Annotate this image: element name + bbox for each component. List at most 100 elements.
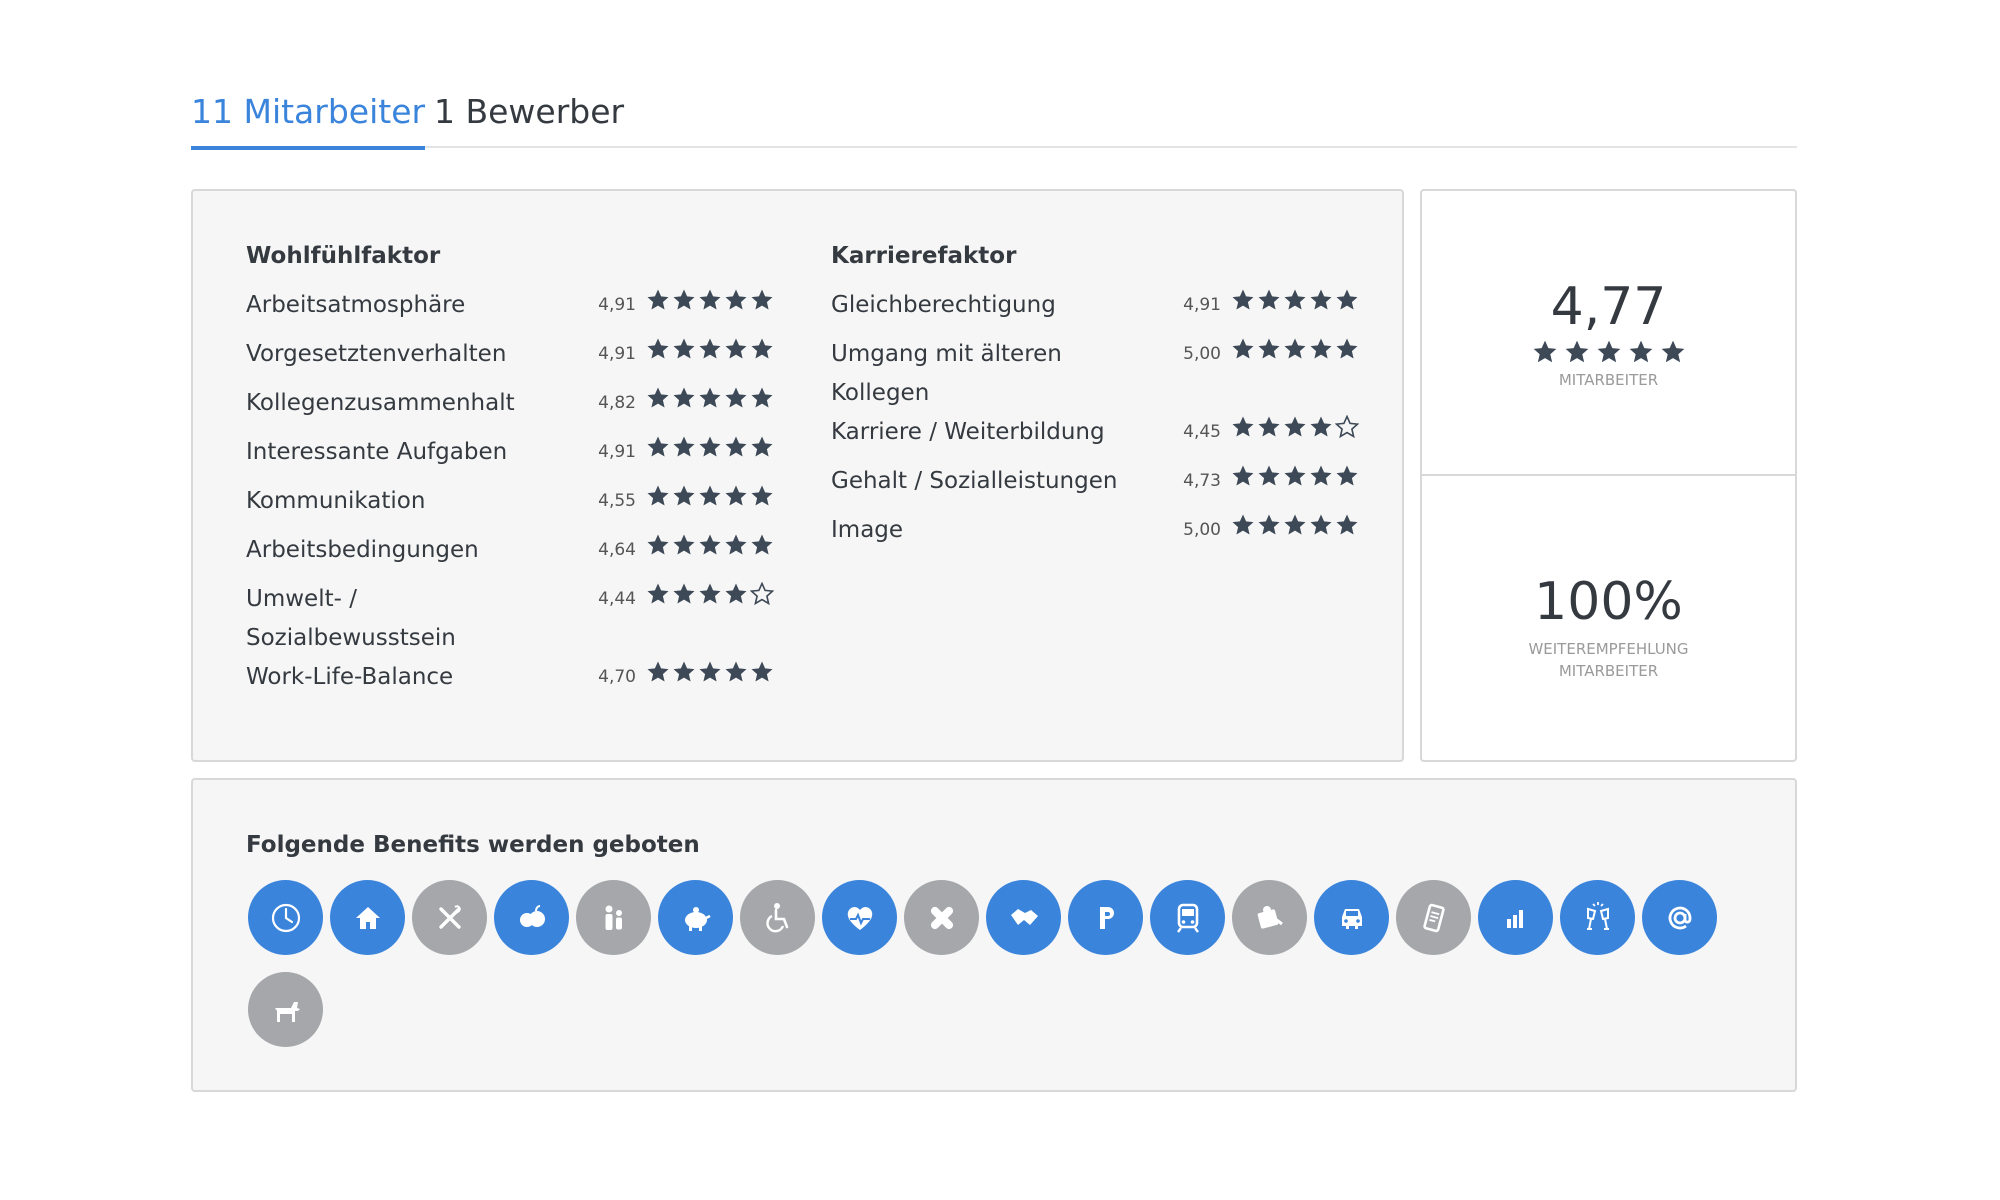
family-icon <box>605 905 622 930</box>
overall-score-box: 4,77 MITARBEITER <box>1422 191 1795 476</box>
piggy-bank-icon <box>684 906 711 931</box>
star-filled-icon <box>751 534 773 555</box>
star-empty-icon <box>750 582 774 606</box>
benefit-discount[interactable] <box>1232 880 1307 955</box>
rating-row: Interessante Aufgaben 4,91 <box>246 433 773 482</box>
rating-label: Karriere / Weiterbildung <box>831 419 1105 445</box>
star-filled-icon <box>1597 340 1620 363</box>
wheelchair-icon <box>765 902 788 932</box>
star-filled-icon <box>751 661 773 682</box>
rating-stars <box>1231 415 1359 439</box>
bandage-icon <box>930 906 953 929</box>
benefit-family[interactable] <box>576 880 651 955</box>
star-filled-icon <box>699 583 721 604</box>
wohlfuehl-title: Wohlfühlfaktor <box>246 243 441 269</box>
rating-value: 4,91 <box>1183 295 1221 315</box>
star-filled-icon <box>699 387 721 408</box>
star-filled-icon <box>1565 340 1588 363</box>
rating-label: Gehalt / Sozialleistungen <box>831 468 1118 494</box>
discount-icon <box>1257 905 1283 929</box>
star-filled-icon <box>751 387 773 408</box>
benefit-home[interactable] <box>330 880 405 955</box>
rating-value: 4,44 <box>598 589 636 609</box>
benefit-bandage[interactable] <box>904 880 979 955</box>
benefit-piggy-bank[interactable] <box>658 880 733 955</box>
rating-stars <box>1231 288 1359 312</box>
benefit-wheelchair[interactable] <box>740 880 815 955</box>
rating-stars <box>646 484 774 508</box>
star-filled-icon <box>673 661 695 682</box>
star-filled-icon <box>647 583 669 604</box>
rating-label: Arbeitsatmosphäre <box>246 292 466 318</box>
star-filled-icon <box>1310 416 1332 437</box>
star-filled-icon <box>1258 465 1280 486</box>
star-filled-icon <box>1310 465 1332 486</box>
recommendation-box: 100% WEITEREMPFEHLUNG MITARBEITER <box>1422 476 1795 760</box>
rating-row: Arbeitsatmosphäre 4,91 <box>246 286 773 335</box>
tab-bewerber[interactable]: 1 Bewerber <box>434 86 624 146</box>
rating-stars <box>646 582 774 606</box>
rating-row: Kollegenzusammenhalt 4,82 <box>246 384 773 433</box>
rating-value: 4,82 <box>598 393 636 413</box>
rating-label: Kommunikation <box>246 488 426 514</box>
rating-stars <box>646 435 774 459</box>
benefits-list <box>248 880 1748 1047</box>
star-filled-icon <box>725 436 747 457</box>
star-filled-icon <box>1258 289 1280 310</box>
benefit-car[interactable] <box>1314 880 1389 955</box>
fruit-icon <box>519 904 545 927</box>
benefit-heart-pulse[interactable] <box>822 880 897 955</box>
benefit-phone[interactable] <box>1396 880 1471 955</box>
benefit-fruit[interactable] <box>494 880 569 955</box>
benefit-celebration[interactable] <box>1560 880 1635 955</box>
star-filled-icon <box>673 436 695 457</box>
rating-value: 4,70 <box>598 667 636 687</box>
rating-label: Work-Life-Balance <box>246 664 454 690</box>
benefit-parking[interactable] <box>1068 880 1143 955</box>
star-filled-icon <box>725 289 747 310</box>
chart-icon <box>1506 909 1523 928</box>
score-panel: 4,77 MITARBEITER 100% WEITEREMPFEHLUNG M… <box>1420 189 1797 762</box>
dog-icon <box>274 1001 300 1022</box>
tab-bar: 11 Mitarbeiter 1 Bewerber <box>191 76 1797 150</box>
star-filled-icon <box>725 661 747 682</box>
rating-label: Interessante Aufgaben <box>246 439 508 465</box>
benefit-clock[interactable] <box>248 880 323 955</box>
karriere-title: Karrierefaktor <box>831 243 1017 269</box>
rating-stars <box>646 288 774 312</box>
rating-label: Umwelt- / Sozialbewusstsein <box>246 586 456 651</box>
star-filled-icon <box>725 534 747 555</box>
star-filled-icon <box>673 534 695 555</box>
star-filled-icon <box>1258 416 1280 437</box>
benefit-dog[interactable] <box>248 972 323 1047</box>
star-filled-icon <box>1232 514 1254 535</box>
benefit-at[interactable] <box>1642 880 1717 955</box>
phone-icon <box>1422 903 1445 932</box>
wohlfuehl-list: Arbeitsatmosphäre 4,91 Vorgesetztenverhalt… <box>246 286 774 707</box>
benefit-chart[interactable] <box>1478 880 1553 955</box>
star-filled-icon <box>751 485 773 506</box>
star-empty-icon <box>1335 415 1359 439</box>
star-filled-icon <box>1336 465 1358 486</box>
rating-row: Vorgesetztenverhalten 4,91 <box>246 335 773 384</box>
rating-label: Gleichberechtigung <box>831 292 1056 318</box>
star-filled-icon <box>673 583 695 604</box>
star-filled-icon <box>725 387 747 408</box>
star-filled-icon <box>1336 338 1358 359</box>
tab-mitarbeiter[interactable]: 11 Mitarbeiter <box>191 86 426 150</box>
benefits-panel: Folgende Benefits werden geboten <box>191 778 1797 1092</box>
benefit-handshake[interactable] <box>986 880 1061 955</box>
star-filled-icon <box>1533 340 1556 363</box>
rating-label: Kollegenzusammenhalt <box>246 390 515 416</box>
rating-value: 4,73 <box>1183 471 1221 491</box>
benefit-train[interactable] <box>1150 880 1225 955</box>
recommendation-label-2: MITARBEITER <box>1558 662 1659 680</box>
benefit-cutlery[interactable] <box>412 880 487 955</box>
rating-value: 5,00 <box>1183 520 1221 540</box>
parking-icon <box>1099 906 1114 929</box>
star-filled-icon <box>725 485 747 506</box>
star-filled-icon <box>1629 340 1652 363</box>
star-filled-icon <box>673 338 695 359</box>
overall-score-label: MITARBEITER <box>1558 371 1659 389</box>
rating-row: Kommunikation 4,55 <box>246 482 773 531</box>
